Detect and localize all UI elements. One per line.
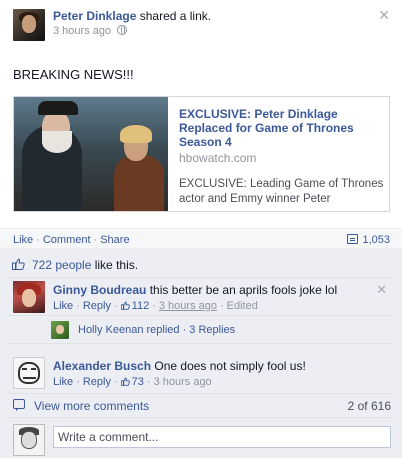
link-domain: hbowatch.com — [179, 151, 257, 165]
comment-item: Ginny Boudreau this better be an aprils … — [8, 278, 395, 316]
comment-line: Ginny Boudreau this better be an aprils … — [53, 283, 337, 297]
comment-reply-link[interactable]: Reply — [83, 376, 111, 388]
link-title[interactable]: EXCLUSIVE: Peter Dinklage Replaced for G… — [179, 107, 384, 149]
comment-input[interactable] — [53, 426, 391, 448]
view-more-comments-row: View more comments 2 of 616 — [8, 396, 395, 418]
comment-meta: Like · Reply · 112 · 3 hours ago · Edited — [53, 300, 258, 312]
comment-reply-link[interactable]: Reply — [83, 300, 111, 312]
replier-name: Holly Keenan — [78, 324, 144, 336]
commenter-avatar[interactable] — [13, 281, 45, 313]
likes-suffix: like this. — [91, 258, 139, 272]
like-count-value: 73 — [131, 376, 144, 388]
reply-summary-row[interactable]: Holly Keenan replied · 3 Replies — [8, 316, 395, 344]
thumbs-up-icon — [12, 258, 25, 270]
post-timestamp-line: 3 hours ago — [53, 25, 128, 37]
comment-body: Ginny Boudreau this better be an aprils … — [53, 283, 337, 312]
comment-timestamp[interactable]: 3 hours ago — [154, 376, 212, 388]
comment-timestamp[interactable]: 3 hours ago — [159, 300, 217, 312]
thumbs-up-icon — [120, 301, 130, 310]
likers-link[interactable]: 722 people — [32, 258, 91, 272]
close-icon[interactable]: ✕ — [376, 282, 387, 298]
link-text-block: EXCLUSIVE: Peter Dinklage Replaced for G… — [179, 107, 384, 207]
comment-item: Alexander Busch One does not simply fool… — [8, 352, 395, 394]
share-count-value: 1,053 — [362, 234, 390, 246]
feedback-section: 722 people like this. Ginny Boudreau thi… — [0, 248, 402, 458]
share-icon — [347, 234, 359, 244]
replier-avatar — [51, 321, 69, 339]
comment-like-link[interactable]: Like — [53, 300, 73, 312]
globe-icon[interactable] — [117, 25, 128, 35]
post-actions-bar: Like · Comment · Share 1,053 — [0, 228, 402, 248]
current-user-avatar — [13, 424, 45, 456]
link-description: EXCLUSIVE: Leading Game of Thrones actor… — [179, 178, 384, 205]
comment-bubble-icon — [13, 399, 25, 411]
view-more-comments-link[interactable]: View more comments — [34, 399, 149, 413]
post-action: shared a link. — [139, 9, 212, 23]
author-name[interactable]: Peter Dinklage — [53, 9, 136, 23]
comment-text: One does not simply fool us! — [154, 359, 306, 373]
comment-line: Alexander Busch One does not simply fool… — [53, 359, 306, 373]
author-line: Peter Dinklage shared a link. — [53, 9, 211, 23]
author-avatar[interactable] — [13, 9, 45, 41]
commenter-name[interactable]: Alexander Busch — [53, 359, 151, 373]
post-status-text: BREAKING NEWS!!! — [13, 67, 134, 82]
commenter-name[interactable]: Ginny Boudreau — [53, 283, 146, 297]
edited-label[interactable]: Edited — [227, 300, 258, 312]
action-links: Like · Comment · Share — [13, 234, 130, 246]
comment-meta: Like · Reply · 73 · 3 hours ago — [53, 376, 212, 388]
thumbs-up-icon — [120, 377, 130, 386]
share-count[interactable]: 1,053 — [347, 234, 390, 246]
comment-page-count: 2 of 616 — [347, 399, 391, 413]
commenter-avatar[interactable] — [13, 357, 45, 389]
link-thumbnail-image[interactable] — [14, 97, 168, 211]
comment-like-link[interactable]: Like — [53, 376, 73, 388]
share-link[interactable]: Share — [100, 234, 129, 246]
write-comment-row — [8, 420, 395, 456]
reply-summary[interactable]: Holly Keenan replied · 3 Replies — [78, 324, 235, 336]
like-link[interactable]: Like — [13, 234, 33, 246]
comment-link[interactable]: Comment — [43, 234, 91, 246]
like-count-value: 112 — [131, 300, 150, 312]
comment-like-count[interactable]: 112 — [120, 300, 150, 312]
post-header: Peter Dinklage shared a link. 3 hours ag… — [0, 0, 402, 48]
comment-like-count[interactable]: 73 — [120, 376, 144, 388]
link-preview-card[interactable]: EXCLUSIVE: Peter Dinklage Replaced for G… — [13, 96, 390, 212]
reply-count: replied · 3 Replies — [143, 324, 236, 336]
comment-text: this better be an aprils fools joke lol — [149, 283, 338, 297]
likes-summary: 722 people like this. — [32, 258, 138, 272]
close-icon[interactable]: ✕ — [378, 7, 390, 24]
likes-row: 722 people like this. — [8, 256, 395, 278]
post-timestamp[interactable]: 3 hours ago — [53, 25, 111, 37]
comment-body: Alexander Busch One does not simply fool… — [53, 359, 306, 388]
